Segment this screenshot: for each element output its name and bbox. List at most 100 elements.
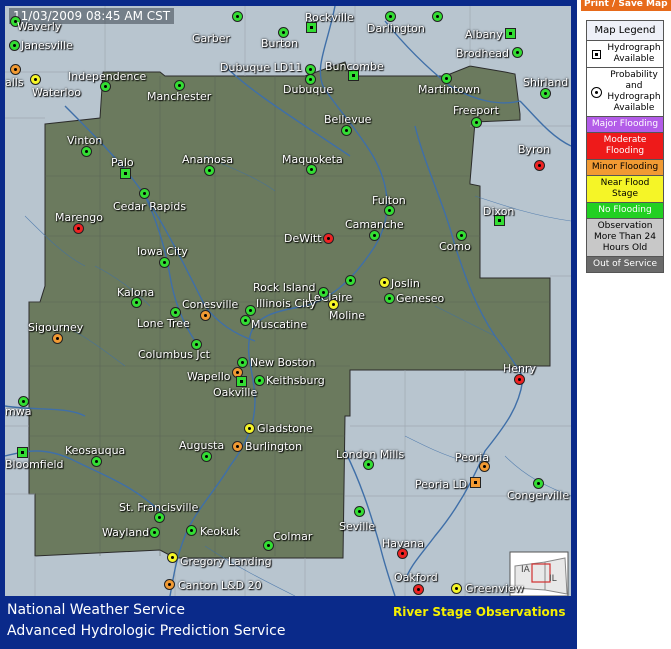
site-label-shirland[interactable]: Shirland [523,76,568,89]
legend-title[interactable]: Map Legend [587,21,663,41]
site-label-dixon[interactable]: Dixon [483,205,514,218]
site-marker-janesville[interactable] [9,40,20,51]
site-marker-vinton[interactable] [81,146,92,157]
site-label-cedar-rapids[interactable]: Cedar Rapids [113,200,186,213]
site-marker-shirland[interactable] [540,88,551,99]
site-marker-henry[interactable] [514,374,525,385]
site-marker-peoria-ld[interactable] [470,477,481,488]
site-marker-garber[interactable] [232,11,243,22]
site-label-waterloo[interactable]: Waterloo [32,86,81,99]
site-label-rockville[interactable]: Rockville [305,11,354,24]
site-label-janesville[interactable]: Janesville [21,39,73,52]
site-label-oakville[interactable]: Oakville [213,386,257,399]
river-stage-map[interactable]: 11/03/2009 08:45 AM CST IA IL Waverly Ja… [5,6,571,596]
site-marker-albany[interactable] [505,28,516,39]
site-label-como[interactable]: Como [439,240,471,253]
site-label-darlington[interactable]: Darlington [367,22,425,35]
site-marker-palo[interactable] [120,168,131,179]
site-label-maquoketa[interactable]: Maquoketa [282,153,343,166]
site-marker-sigourney[interactable] [52,333,63,344]
site-marker-gregory-landing[interactable] [167,552,178,563]
site-marker-seville[interactable] [354,506,365,517]
site-label-gregory-landing[interactable]: Gregory Landing [180,555,272,568]
site-label-canton-ld-20[interactable]: Canton L&D 20 [178,579,262,592]
site-label-albany[interactable]: Albany [465,28,503,41]
site-label-geneseo[interactable]: Geneseo [396,292,444,305]
site-label-keithsburg[interactable]: Keithsburg [266,374,325,387]
site-label-rock-island[interactable]: Rock Island [253,281,316,294]
site-label-new-boston[interactable]: New Boston [250,356,316,369]
site-label-buncombe[interactable]: Buncombe [325,60,384,73]
site-label-burton[interactable]: Burton [261,37,298,50]
site-marker-muscatine[interactable] [240,315,251,326]
site-label-peoria-ld[interactable]: Peoria LD [415,478,467,491]
site-marker-oakford[interactable] [413,584,424,595]
site-label-ottumwa[interactable]: mwa [5,405,31,418]
site-marker-freeport[interactable] [471,117,482,128]
site-label-dubuque[interactable]: Dubuque [283,83,333,96]
site-marker-keokuk[interactable] [186,525,197,536]
site-marker-gladstone[interactable] [244,423,255,434]
site-label-bloomfield[interactable]: Bloomfield [5,458,64,471]
site-label-waverly[interactable]: Waverly [17,20,61,33]
site-label-illinois-city[interactable]: Illinois City [256,297,316,310]
site-label-havana[interactable]: Havana [382,537,424,550]
site-marker-byron[interactable] [534,160,545,171]
site-label-greenview[interactable]: Greenview [465,582,524,595]
site-marker-cedar-rapids[interactable] [139,188,150,199]
site-label-burlington[interactable]: Burlington [245,440,302,453]
site-label-manchester[interactable]: Manchester [147,90,211,103]
site-label-colmar[interactable]: Colmar [273,530,312,543]
site-label-augusta[interactable]: Augusta [179,439,224,452]
site-marker-augusta[interactable] [201,451,212,462]
site-label-wapello[interactable]: Wapello [187,370,231,383]
site-marker-burlington[interactable] [232,441,243,452]
site-label-joslin[interactable]: Joslin [391,277,420,290]
site-label-st-francisville[interactable]: St. Francisville [119,501,198,514]
site-label-camanche[interactable]: Camanche [345,218,404,231]
site-label-moline[interactable]: Moline [329,309,365,322]
site-label-iowa-city[interactable]: Iowa City [137,245,188,258]
site-label-keosauqua[interactable]: Keosauqua [65,444,125,457]
site-marker-anamosa[interactable] [204,165,215,176]
site-label-falls[interactable]: alls [5,76,24,89]
site-marker-congerville[interactable] [533,478,544,489]
site-label-dubuque-ld11[interactable]: Dubuque LD11 [220,61,302,74]
site-marker-camanche[interactable] [369,230,380,241]
site-label-london-mills[interactable]: London Mills [336,448,404,461]
site-label-dewitt[interactable]: DeWitt [284,232,322,245]
site-label-freeport[interactable]: Freeport [453,104,499,117]
site-marker-keosauqua[interactable] [91,456,102,467]
site-marker-conesville[interactable] [200,310,211,321]
site-marker-bellevue[interactable] [341,125,352,136]
site-marker-canton-ld-20[interactable] [164,579,175,590]
site-label-henry[interactable]: Henry [503,362,536,375]
site-label-marengo[interactable]: Marengo [55,211,103,224]
site-label-bellevue[interactable]: Bellevue [324,113,371,126]
site-label-byron[interactable]: Byron [518,143,550,156]
site-marker-rock-island[interactable] [318,287,329,298]
site-marker-iowa-city[interactable] [159,257,170,268]
site-label-muscatine[interactable]: Muscatine [251,318,307,331]
site-marker-keithsburg[interactable] [254,375,265,386]
site-label-congerville[interactable]: Congerville [507,489,569,502]
site-label-vinton[interactable]: Vinton [67,134,102,147]
site-label-keokuk[interactable]: Keokuk [200,525,240,538]
site-label-palo[interactable]: Palo [111,156,134,169]
site-marker-brodhead[interactable] [512,47,523,58]
site-label-conesville[interactable]: Conesville [182,298,238,311]
site-marker-ottumwa-nw[interactable] [432,11,443,22]
site-label-brodhead[interactable]: Brodhead [456,47,509,60]
site-marker-waterloo[interactable] [30,74,41,85]
site-label-lone-tree[interactable]: Lone Tree [137,317,190,330]
site-label-gladstone[interactable]: Gladstone [257,422,313,435]
site-marker-geneseo[interactable] [384,293,395,304]
site-label-kalona[interactable]: Kalona [117,286,154,299]
site-label-garber[interactable]: Garber [192,32,230,45]
site-marker-wayland[interactable] [149,527,160,538]
site-marker-marengo[interactable] [73,223,84,234]
site-label-anamosa[interactable]: Anamosa [182,153,233,166]
site-marker-darlington[interactable] [385,11,396,22]
site-marker-bloomfield[interactable] [17,447,28,458]
site-label-peoria[interactable]: Peoria [455,451,489,464]
